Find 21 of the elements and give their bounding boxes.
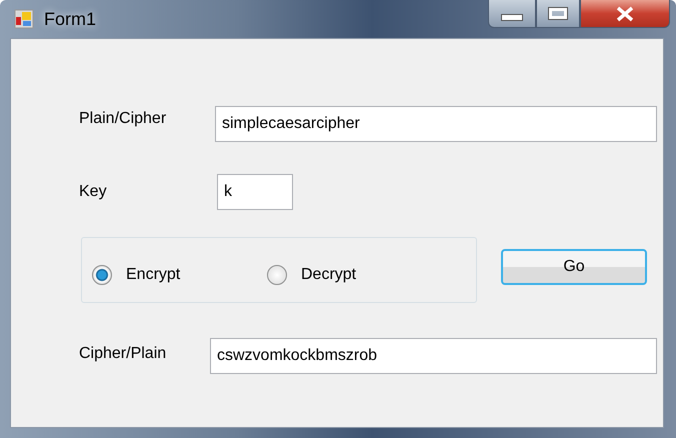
key-input[interactable]: k xyxy=(217,174,293,210)
field-label: Plain/Cipher xyxy=(79,110,168,128)
maximize-button[interactable] xyxy=(536,0,580,28)
close-icon xyxy=(615,6,635,22)
go-button[interactable]: Go xyxy=(501,249,647,285)
radio-option[interactable]: Decrypt xyxy=(267,265,442,285)
radio-option[interactable]: Encrypt xyxy=(92,265,267,285)
form-icon xyxy=(14,9,34,29)
maximize-icon xyxy=(549,8,567,19)
cipher-text-output[interactable]: cswzvomkockbmszrob xyxy=(210,338,657,374)
radio-label: Decrypt xyxy=(301,266,356,284)
plain-text-input[interactable]: simplecaesarcipher xyxy=(215,106,657,142)
minimize-icon xyxy=(501,14,523,21)
radio-button[interactable] xyxy=(267,265,287,285)
field-label: Key xyxy=(79,183,108,201)
minimize-button[interactable] xyxy=(488,0,536,28)
radio-label: Encrypt xyxy=(126,266,180,284)
field-label: Cipher/Plain xyxy=(79,345,168,363)
window-title: Form1 xyxy=(44,8,96,30)
close-button[interactable] xyxy=(580,0,670,28)
radio-button[interactable] xyxy=(92,265,112,285)
